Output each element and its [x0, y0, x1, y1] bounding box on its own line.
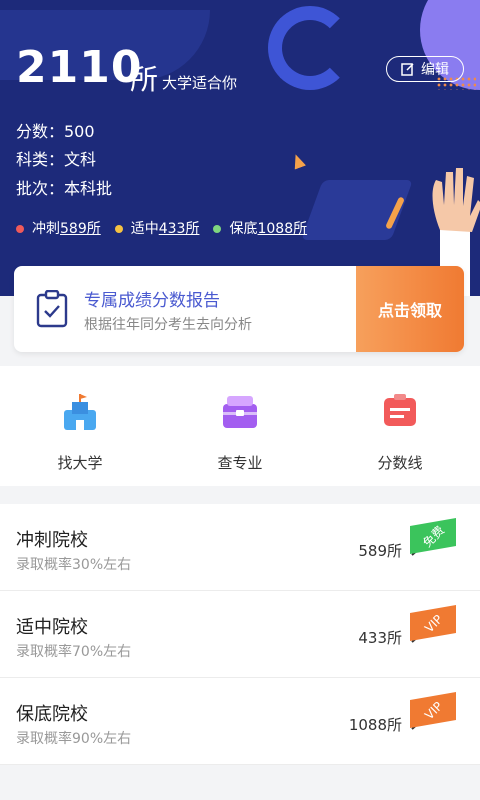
tier-rate: 录取概率90%左右 — [16, 731, 132, 747]
match-count: 2110 — [16, 42, 143, 93]
feature-nav: 找大学 查专业 分数线 — [0, 366, 480, 486]
claim-button[interactable]: 点击领取 — [356, 266, 464, 352]
nav-label: 找大学 — [57, 454, 103, 472]
toolbox-icon — [223, 396, 257, 428]
edit-button[interactable]: 编辑 — [386, 56, 464, 82]
decor-cone — [290, 152, 306, 169]
tier-name: 适中院校 — [16, 617, 88, 638]
dot-icon — [114, 225, 123, 233]
dot-icon — [213, 225, 222, 233]
legend-safe: 保底1088所 — [213, 218, 307, 238]
tier-count: 589所 — [358, 542, 402, 560]
match-count-unit: 所 — [130, 63, 159, 96]
tier-count: 1088所 — [348, 716, 402, 734]
tier-list: 冲刺院校 录取概率30%左右 589所 免费 适中院校 录取概率70%左右 43… — [0, 504, 480, 765]
decor-ring — [268, 6, 352, 90]
edit-icon — [401, 63, 414, 76]
tier-rate: 录取概率30%左右 — [16, 557, 132, 573]
nav-score-line[interactable]: 分数线 — [320, 366, 480, 486]
report-title: 专属成绩分数报告 — [84, 291, 220, 311]
report-desc: 根据往年同分考生去向分析 — [84, 317, 252, 333]
subject-info: 科类：文科 — [16, 150, 97, 169]
nav-find-university[interactable]: 找大学 — [0, 366, 160, 486]
tier-rate: 录取概率70%左右 — [16, 644, 132, 660]
score-info: 分数：500 — [16, 122, 95, 141]
match-subtitle: 大学适合你 — [162, 74, 238, 92]
clipboard-check-icon — [36, 290, 68, 328]
legend-moderate: 适中433所 — [114, 218, 199, 238]
edit-label: 编辑 — [421, 62, 449, 78]
vip-tag-icon: VIP — [410, 605, 456, 641]
report-card[interactable]: 专属成绩分数报告 根据往年同分考生去向分析 点击领取 — [14, 266, 464, 352]
tier-legend: 冲刺589所 适中433所 保底1088所 — [16, 218, 307, 238]
free-tag-icon: 免费 — [410, 518, 456, 554]
dot-icon — [16, 225, 24, 233]
header-banner: 2110 所 大学适合你 编辑 分数：500 科类：文科 批次：本科批 冲刺58… — [0, 0, 480, 296]
nav-label: 分数线 — [377, 454, 423, 472]
nav-label: 查专业 — [217, 454, 263, 472]
school-icon — [64, 394, 96, 430]
tier-name: 冲刺院校 — [16, 530, 88, 551]
document-icon — [384, 394, 416, 426]
vip-tag-icon: VIP — [410, 692, 456, 728]
batch-info: 批次：本科批 — [16, 179, 113, 198]
tier-count: 433所 — [358, 629, 402, 647]
legend-rush: 冲刺589所 — [16, 218, 101, 238]
tier-row-safe[interactable]: 保底院校 录取概率90%左右 1088所 VIP — [0, 678, 480, 765]
tier-row-rush[interactable]: 冲刺院校 录取概率30%左右 589所 免费 — [0, 504, 480, 591]
tier-name: 保底院校 — [16, 704, 88, 725]
tier-row-moderate[interactable]: 适中院校 录取概率70%左右 433所 VIP — [0, 591, 480, 678]
nav-check-major[interactable]: 查专业 — [160, 366, 320, 486]
